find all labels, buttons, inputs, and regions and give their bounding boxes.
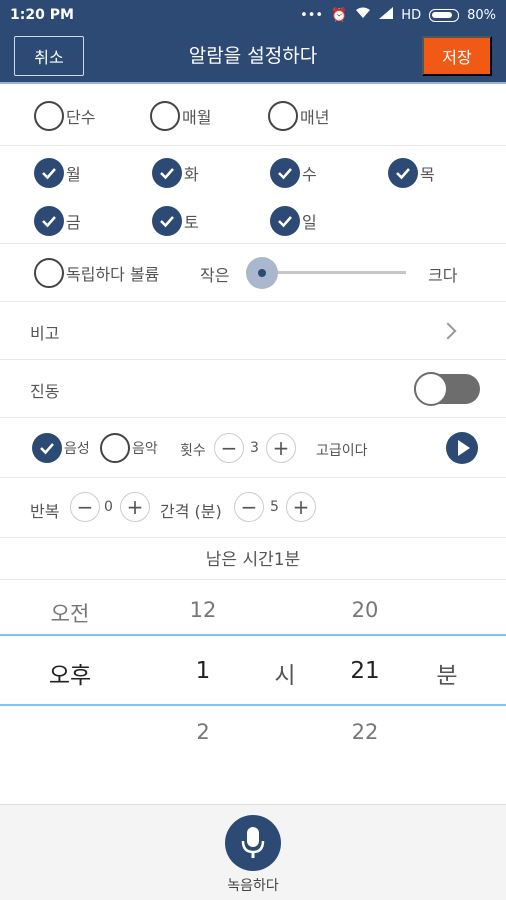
- alarm-clock-icon: ⏰: [331, 7, 348, 23]
- bottom-bar: 녹음하다: [0, 804, 506, 900]
- weekday-label: 금: [66, 213, 81, 232]
- weekday-thu[interactable]: 목: [388, 158, 435, 188]
- weekday-label: 목: [420, 165, 435, 184]
- wifi-icon: [355, 7, 371, 23]
- hour-current[interactable]: 1: [168, 658, 238, 684]
- battery-icon: [429, 8, 460, 22]
- volume-slider-thumb[interactable]: [246, 257, 278, 289]
- independent-volume-option[interactable]: 독립하다 볼륨: [34, 258, 159, 288]
- note-row[interactable]: 비고: [0, 302, 506, 360]
- minute-current[interactable]: 21: [330, 658, 400, 684]
- volume-slider-track[interactable]: [262, 271, 406, 274]
- signal-icon: [379, 7, 394, 23]
- checked-icon[interactable]: [388, 158, 418, 188]
- snooze-row: 반복 − 0 + 간격 (분) − 5 +: [0, 478, 506, 538]
- count-minus-button[interactable]: −: [214, 433, 244, 463]
- repeat-yearly-label: 매년: [300, 108, 330, 127]
- minute-prev[interactable]: 20: [330, 598, 400, 622]
- voice-label: 음성: [64, 441, 90, 457]
- network-type: HD: [401, 7, 422, 23]
- picker-selection-line-top: [0, 634, 506, 636]
- more-icon: •••: [300, 7, 324, 23]
- radio-icon[interactable]: [100, 433, 130, 463]
- checked-icon[interactable]: [32, 433, 62, 463]
- weekday-fri[interactable]: 금: [34, 206, 81, 236]
- weekday-sun[interactable]: 일: [270, 206, 317, 236]
- repeat-value: 0: [104, 499, 113, 515]
- radio-icon[interactable]: [34, 258, 64, 288]
- weekday-mon[interactable]: 월: [34, 158, 81, 188]
- ampm-prev[interactable]: 오전: [30, 598, 110, 628]
- checked-icon[interactable]: [34, 158, 64, 188]
- play-icon[interactable]: [446, 432, 478, 464]
- weekday-tue[interactable]: 화: [152, 158, 199, 188]
- volume-row: 독립하다 볼륨 작은 크다: [0, 244, 506, 302]
- checked-icon[interactable]: [270, 158, 300, 188]
- advanced-link[interactable]: 고급이다: [316, 440, 368, 460]
- radio-icon[interactable]: [34, 101, 64, 131]
- repeat-monthly-label: 매월: [182, 108, 212, 127]
- vibration-row: 진동: [0, 360, 506, 418]
- microphone-icon[interactable]: [225, 815, 281, 871]
- weekday-row: 월 화 수 목 금 토 일: [0, 146, 506, 244]
- count-label: 횟수: [180, 443, 206, 459]
- weekday-label: 화: [184, 165, 199, 184]
- vibration-toggle[interactable]: [414, 372, 480, 406]
- repeat-type-row: 단수 매월 매년: [0, 86, 506, 146]
- interval-label: 간격 (분): [160, 502, 222, 521]
- interval-plus-button[interactable]: +: [286, 492, 316, 522]
- hour-unit: 시: [274, 663, 296, 689]
- checked-icon[interactable]: [152, 206, 182, 236]
- hour-prev[interactable]: 12: [168, 598, 238, 622]
- checked-icon[interactable]: [34, 206, 64, 236]
- volume-big-label: 크다: [428, 266, 458, 285]
- weekday-label: 수: [302, 165, 317, 184]
- repeat-monthly-option[interactable]: 매월: [150, 101, 211, 131]
- app-header: 취소 알람을 설정하다 저장: [0, 30, 506, 84]
- repeat-plus-button[interactable]: +: [120, 492, 150, 522]
- repeat-once-label: 단수: [66, 108, 96, 127]
- cancel-button[interactable]: 취소: [14, 36, 84, 76]
- note-label: 비고: [30, 324, 60, 343]
- weekday-label: 월: [66, 165, 81, 184]
- weekday-label: 일: [302, 213, 317, 232]
- toggle-knob: [414, 372, 448, 406]
- voice-option[interactable]: 음성: [32, 433, 90, 463]
- save-button[interactable]: 저장: [422, 36, 492, 76]
- minute-next[interactable]: 22: [330, 720, 400, 744]
- radio-icon[interactable]: [150, 101, 180, 131]
- radio-icon[interactable]: [268, 101, 298, 131]
- time-picker[interactable]: 오전 오후 12 1 2 시 20 21 22 분: [0, 580, 506, 802]
- status-bar: 1:20 PM ••• ⏰ HD 80%: [0, 0, 506, 30]
- picker-selection-line-bottom: [0, 704, 506, 706]
- interval-minus-button[interactable]: −: [234, 492, 264, 522]
- remaining-time: 남은 시간1분: [0, 540, 506, 580]
- vibration-label: 진동: [30, 382, 60, 401]
- chevron-right-icon: [439, 322, 457, 340]
- repeat-minus-button[interactable]: −: [70, 492, 100, 522]
- weekday-label: 토: [184, 213, 199, 232]
- music-option[interactable]: 음악: [100, 433, 158, 463]
- repeat-label: 반복: [30, 502, 60, 521]
- repeat-yearly-option[interactable]: 매년: [268, 101, 329, 131]
- hour-next[interactable]: 2: [168, 720, 238, 744]
- battery-level: 80%: [467, 7, 496, 23]
- checked-icon[interactable]: [152, 158, 182, 188]
- interval-value: 5: [270, 499, 279, 515]
- music-label: 음악: [132, 441, 158, 457]
- independent-volume-label: 독립하다 볼륨: [66, 265, 160, 284]
- sound-row: 음성 음악 횟수 − 3 + 고급이다: [0, 418, 506, 478]
- status-time: 1:20 PM: [10, 7, 74, 23]
- weekday-wed[interactable]: 수: [270, 158, 317, 188]
- volume-small-label: 작은: [200, 266, 230, 285]
- record-label: 녹음하다: [227, 878, 279, 894]
- count-plus-button[interactable]: +: [266, 433, 296, 463]
- ampm-current[interactable]: 오후: [30, 656, 110, 690]
- minute-unit: 분: [436, 663, 458, 689]
- repeat-once-option[interactable]: 단수: [34, 101, 95, 131]
- checked-icon[interactable]: [270, 206, 300, 236]
- count-value: 3: [250, 440, 259, 456]
- weekday-sat[interactable]: 토: [152, 206, 199, 236]
